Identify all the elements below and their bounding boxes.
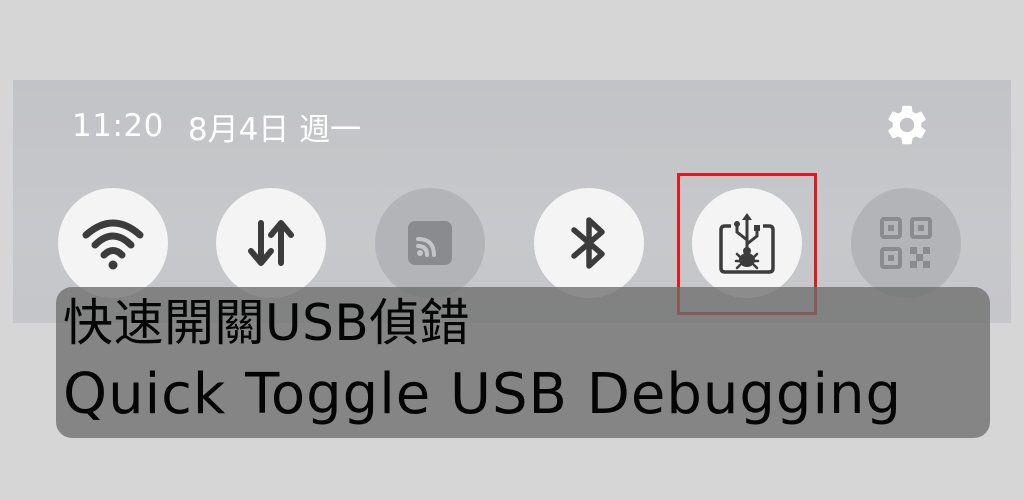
status-bar: 11:20 8月4日 週一 <box>72 104 361 148</box>
screenshot-stage: 11:20 8月4日 週一 快速開關USB偵錯 Quick Toggle USB… <box>0 0 1024 500</box>
caption-title-en: Quick Toggle USB Debugging <box>63 362 903 427</box>
clock: 11:20 <box>72 108 164 144</box>
tile-mobile-data[interactable] <box>216 188 326 298</box>
bluetooth-icon <box>571 217 605 269</box>
date-label: 8月4日 週一 <box>187 111 362 148</box>
qr-code-icon <box>880 217 932 269</box>
wifi-icon <box>82 219 144 270</box>
tile-cast[interactable] <box>375 188 485 298</box>
tile-qr-code[interactable] <box>851 188 961 298</box>
settings-button[interactable] <box>882 100 932 150</box>
tile-wifi[interactable] <box>58 188 168 298</box>
cast-icon <box>408 221 452 265</box>
caption-banner: 快速開關USB偵錯 Quick Toggle USB Debugging <box>56 287 990 438</box>
gear-icon <box>888 105 926 145</box>
tile-bluetooth[interactable] <box>534 188 644 298</box>
caption-title-zh: 快速開關USB偵錯 <box>63 294 471 352</box>
mobile-data-icon <box>248 220 294 266</box>
